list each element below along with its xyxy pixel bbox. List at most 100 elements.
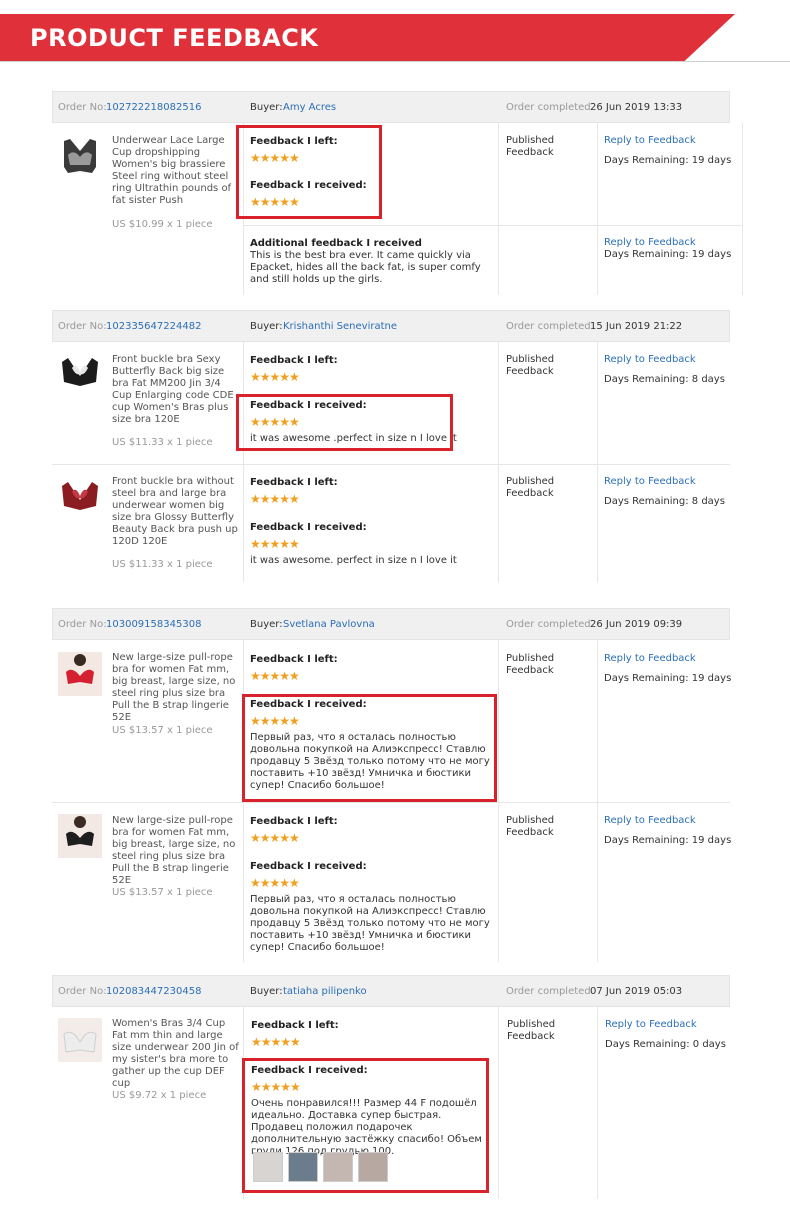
product-name[interactable]: Women's Bras 3/4 Cup Fat mm thin and lar… (112, 1018, 240, 1090)
order-completed-date: 26 Jun 2019 09:39 (590, 619, 683, 630)
days-remaining: Days Remaining: 19 days (604, 835, 732, 846)
feedback-received-text: it was awesome. perfect in size n I love… (250, 555, 457, 566)
feedback-received-label: Feedback I received: (250, 522, 367, 533)
published-status: Published Feedback (507, 1019, 556, 1042)
product-image[interactable] (58, 1018, 102, 1062)
days-remaining: Days Remaining: 0 days (605, 1039, 726, 1050)
highlight-box (242, 1058, 489, 1193)
product-image[interactable] (58, 476, 102, 520)
additional-feedback-label: Additional feedback I received (250, 238, 422, 249)
rating-stars-icon: ★★★★★ (250, 831, 300, 845)
highlight-box (236, 394, 453, 451)
row-divider (52, 464, 730, 465)
order-no-label: Order No: (58, 986, 107, 997)
published-status: Published Feedback (506, 354, 555, 377)
order-header: Order No: 102335647224482 Buyer: Krishan… (52, 310, 730, 342)
reply-to-feedback-link[interactable]: Reply to Feedback (604, 476, 696, 487)
order-block: Order No: 102722218082516 Buyer: Amy Acr… (52, 91, 743, 296)
order-no-link[interactable]: 102083447230458 (106, 986, 201, 997)
reply-to-feedback-link[interactable]: Reply to Feedback (604, 237, 696, 248)
order-block: Order No: 103009158345308 Buyer: Svetlan… (52, 608, 732, 963)
feedback-left-label: Feedback I left: (250, 816, 338, 827)
reply-to-feedback-link[interactable]: Reply to Feedback (604, 135, 696, 146)
product-image[interactable] (58, 135, 102, 179)
product-name[interactable]: Front buckle bra without steel bra and l… (112, 476, 240, 548)
feedback-received-label: Feedback I received: (250, 861, 367, 872)
product-price: US $9.72 x 1 piece (112, 1090, 207, 1101)
row-divider (243, 225, 743, 226)
buyer-link[interactable]: Svetlana Pavlovna (283, 619, 375, 630)
divider (597, 123, 598, 295)
divider (498, 123, 499, 295)
divider (498, 342, 499, 582)
order-header: Order No: 102722218082516 Buyer: Amy Acr… (52, 91, 730, 123)
feedback-left-label: Feedback I left: (251, 1020, 339, 1031)
reply-to-feedback-link[interactable]: Reply to Feedback (604, 354, 696, 365)
order-completed-label: Order completed (506, 102, 591, 113)
reply-to-feedback-link[interactable]: Reply to Feedback (604, 653, 696, 664)
order-completed-label: Order completed (506, 619, 591, 630)
divider (597, 640, 598, 962)
reply-to-feedback-link[interactable]: Reply to Feedback (604, 815, 696, 826)
order-no-label: Order No: (58, 321, 107, 332)
rating-stars-icon: ★★★★★ (250, 876, 300, 890)
product-image[interactable] (58, 814, 102, 858)
divider (597, 342, 598, 582)
order-no-link[interactable]: 102722218082516 (106, 102, 201, 113)
rating-stars-icon: ★★★★★ (250, 669, 300, 683)
additional-feedback-text: This is the best bra ever. It came quick… (250, 250, 481, 285)
days-remaining: Days Remaining: 8 days (604, 496, 725, 507)
divider (597, 1007, 598, 1199)
order-completed-date: 26 Jun 2019 13:33 (590, 102, 683, 113)
buyer-label: Buyer: (250, 619, 283, 630)
order-no-link[interactable]: 103009158345308 (106, 619, 201, 630)
rating-stars-icon: ★★★★★ (251, 1035, 301, 1049)
buyer-label: Buyer: (250, 321, 283, 332)
product-name[interactable]: Underwear Lace Large Cup dropshipping Wo… (112, 135, 240, 207)
divider (742, 123, 743, 295)
order-header: Order No: 103009158345308 Buyer: Svetlan… (52, 608, 730, 640)
rating-stars-icon: ★★★★★ (250, 537, 300, 551)
product-image[interactable] (58, 652, 102, 696)
order-no-link[interactable]: 102335647224482 (106, 321, 201, 332)
order-block: Order No: 102335647224482 Buyer: Krishan… (52, 310, 732, 590)
buyer-link[interactable]: Amy Acres (283, 102, 336, 113)
product-price: US $11.33 x 1 piece (112, 437, 213, 448)
banner-divider (0, 61, 790, 62)
product-price: US $10.99 x 1 piece (112, 219, 213, 230)
order-completed-date: 07 Jun 2019 05:03 (590, 986, 683, 997)
days-remaining: Days Remaining: 19 days (604, 673, 732, 684)
product-name[interactable]: Front buckle bra Sexy Butterfly Back big… (112, 354, 240, 426)
page-title: PRODUCT FEEDBACK (30, 24, 319, 52)
order-completed-label: Order completed (506, 321, 591, 332)
rating-stars-icon: ★★★★★ (250, 370, 300, 384)
days-remaining: Days Remaining: 19 days (604, 249, 732, 260)
buyer-link[interactable]: Krishanthi Seneviratne (283, 321, 397, 332)
order-no-label: Order No: (58, 102, 107, 113)
reply-to-feedback-link[interactable]: Reply to Feedback (605, 1019, 697, 1030)
product-name[interactable]: New large-size pull-rope bra for women F… (112, 815, 240, 887)
order-block: Order No: 102083447230458 Buyer: tatiaha… (52, 975, 732, 1200)
feedback-left-label: Feedback I left: (250, 654, 338, 665)
product-price: US $11.33 x 1 piece (112, 559, 213, 570)
product-price: US $13.57 x 1 piece (112, 725, 213, 736)
buyer-label: Buyer: (250, 102, 283, 113)
divider (498, 1007, 499, 1199)
buyer-link[interactable]: tatiaha pilipenko (283, 986, 367, 997)
buyer-label: Buyer: (250, 986, 283, 997)
rating-stars-icon: ★★★★★ (250, 492, 300, 506)
feedback-received-text: Первый раз, что я осталась полностью дов… (250, 894, 490, 953)
order-no-label: Order No: (58, 619, 107, 630)
product-name[interactable]: New large-size pull-rope bra for women F… (112, 652, 240, 724)
product-price: US $13.57 x 1 piece (112, 887, 213, 898)
days-remaining: Days Remaining: 8 days (604, 374, 725, 385)
published-status: Published Feedback (506, 815, 555, 838)
product-image[interactable] (58, 352, 102, 396)
published-status: Published Feedback (506, 135, 555, 158)
divider (498, 640, 499, 962)
row-divider (52, 802, 730, 803)
divider (243, 342, 244, 582)
highlight-box (242, 694, 497, 802)
order-completed-label: Order completed (506, 986, 591, 997)
page-banner: PRODUCT FEEDBACK (0, 14, 790, 64)
